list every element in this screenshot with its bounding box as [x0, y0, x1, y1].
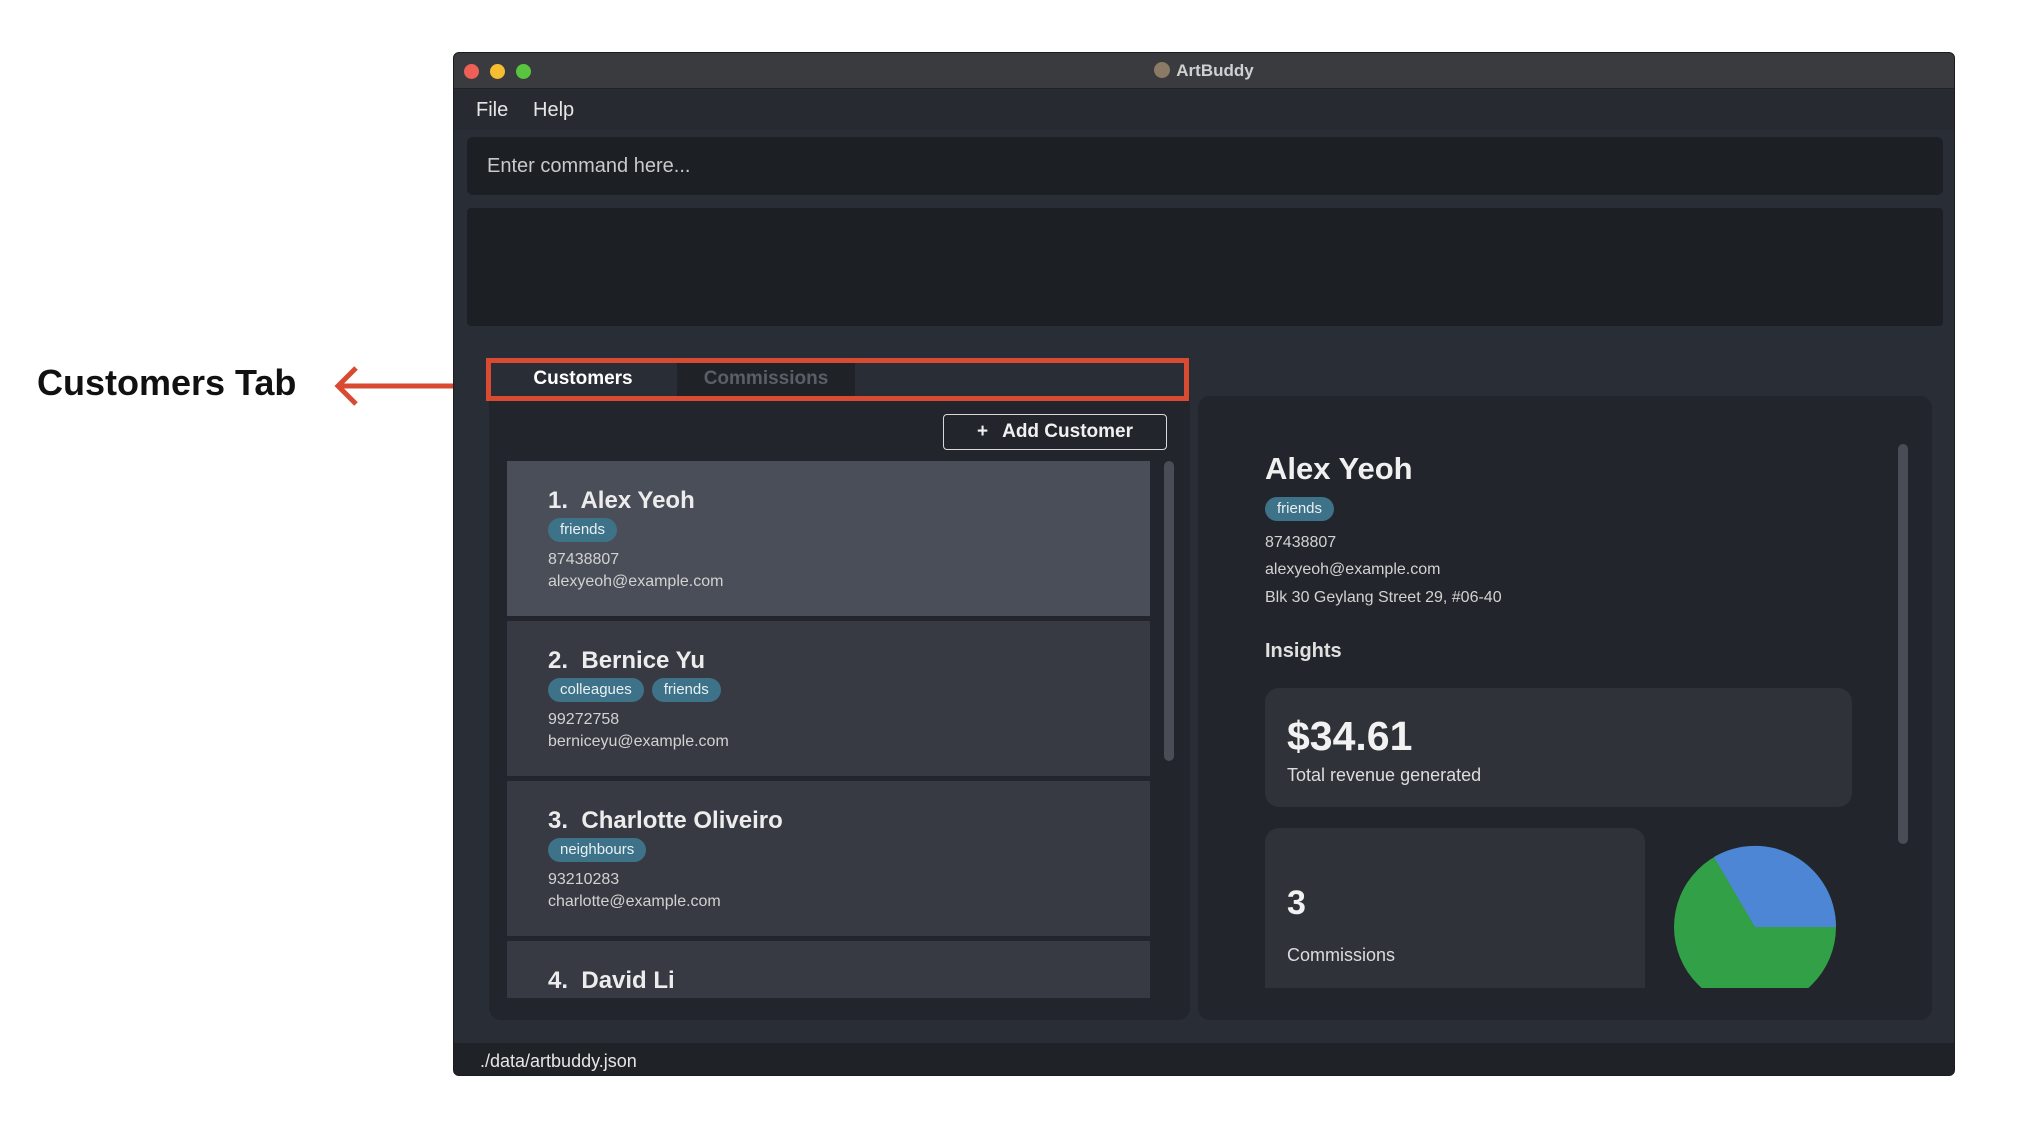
commissions-count: 3: [1287, 884, 1306, 922]
detail-name: Alex Yeoh: [1265, 451, 1413, 486]
customer-name-text: David Li: [581, 967, 675, 994]
customer-name: 1. Alex Yeoh: [548, 487, 695, 515]
customer-index: 4.: [548, 967, 569, 994]
customer-card-1[interactable]: 1. Alex Yeoh friends 87438807 alexyeoh@e…: [507, 461, 1150, 616]
customer-email: berniceyu@example.com: [548, 733, 729, 750]
customer-name: 4. David Li: [548, 967, 675, 995]
menu-help[interactable]: Help: [533, 99, 574, 122]
revenue-label: Total revenue generated: [1287, 765, 1482, 785]
commissions-card: 3 Commissions: [1265, 828, 1645, 988]
status-bar: ./data/artbuddy.json: [454, 1043, 1954, 1075]
command-box: [467, 137, 1943, 195]
app-window: ArtBuddy File Help Customers Commissions…: [453, 52, 1955, 1076]
window-title: ArtBuddy: [1176, 61, 1254, 80]
tag-badge: neighbours: [548, 838, 647, 862]
customer-name-text: Alex Yeoh: [580, 487, 695, 514]
customer-card-3[interactable]: 3. Charlotte Oliveiro neighbours 9321028…: [507, 781, 1150, 936]
customer-index: 2.: [548, 647, 569, 674]
customer-tags: colleagues friends: [548, 678, 729, 702]
detail-email: alexyeoh@example.com: [1265, 561, 1441, 578]
artbuddy-icon: [1154, 62, 1171, 78]
revenue-card: $34.61 Total revenue generated: [1265, 688, 1852, 807]
command-input[interactable]: [487, 137, 1887, 195]
customer-phone: 99272758: [548, 711, 620, 728]
menu-bar: File Help: [454, 90, 1954, 130]
insights-title: Insights: [1265, 640, 1342, 662]
customer-tags: neighbours: [548, 838, 654, 862]
customer-list-scrollbar[interactable]: [1164, 461, 1174, 761]
detail-tags: friends: [1265, 497, 1342, 521]
tag-badge: friends: [1265, 497, 1335, 521]
customer-detail-panel: Alex Yeoh friends 87438807 alexyeoh@exam…: [1198, 396, 1932, 1020]
customer-name-text: Bernice Yu: [581, 647, 705, 674]
customer-card-2[interactable]: 2. Bernice Yu colleagues friends 99272758…: [507, 621, 1150, 776]
customer-name: 3. Charlotte Oliveiro: [548, 807, 783, 835]
title-bar: ArtBuddy: [454, 53, 1954, 89]
commissions-label: Commissions: [1287, 945, 1396, 965]
detail-address: Blk 30 Geylang Street 29, #06-40: [1265, 589, 1502, 606]
customer-phone: 87438807: [548, 551, 620, 568]
customer-email: alexyeoh@example.com: [548, 573, 724, 590]
commissions-pie-chart: [1665, 829, 1845, 988]
screenshot-canvas: Customers Tab ArtBuddy File Help Custome…: [0, 0, 2024, 1135]
detail-phone: 87438807: [1265, 534, 1337, 551]
annotation-label: Customers Tab: [37, 362, 297, 403]
add-customer-button[interactable]: + Add Customer: [943, 414, 1167, 450]
plus-icon: +: [976, 421, 989, 442]
customer-index: 1.: [548, 487, 569, 514]
detail-scrollbar[interactable]: [1898, 444, 1908, 844]
customer-tags: friends: [548, 518, 625, 542]
customer-list-panel: + Add Customer 1. Alex Yeoh friends 87438…: [489, 396, 1190, 1020]
customer-phone: 93210283: [548, 871, 620, 888]
add-customer-label: Add Customer: [1002, 421, 1133, 442]
customer-index: 3.: [548, 807, 569, 834]
window-title-wrap: ArtBuddy: [454, 61, 1954, 81]
annotation-highlight-box: [486, 358, 1189, 401]
tag-badge: friends: [651, 678, 721, 702]
customer-name: 2. Bernice Yu: [548, 647, 705, 675]
customer-name-text: Charlotte Oliveiro: [581, 807, 783, 834]
revenue-value: $34.61: [1287, 713, 1413, 759]
tag-badge: friends: [548, 518, 618, 542]
tag-badge: colleagues: [548, 678, 644, 702]
result-display: [467, 208, 1943, 326]
customer-list[interactable]: 1. Alex Yeoh friends 87438807 alexyeoh@e…: [507, 461, 1150, 998]
customer-email: charlotte@example.com: [548, 893, 721, 910]
menu-file[interactable]: File: [476, 99, 508, 122]
customer-card-4[interactable]: 4. David Li: [507, 941, 1150, 998]
save-file-path: ./data/artbuddy.json: [480, 1051, 637, 1071]
